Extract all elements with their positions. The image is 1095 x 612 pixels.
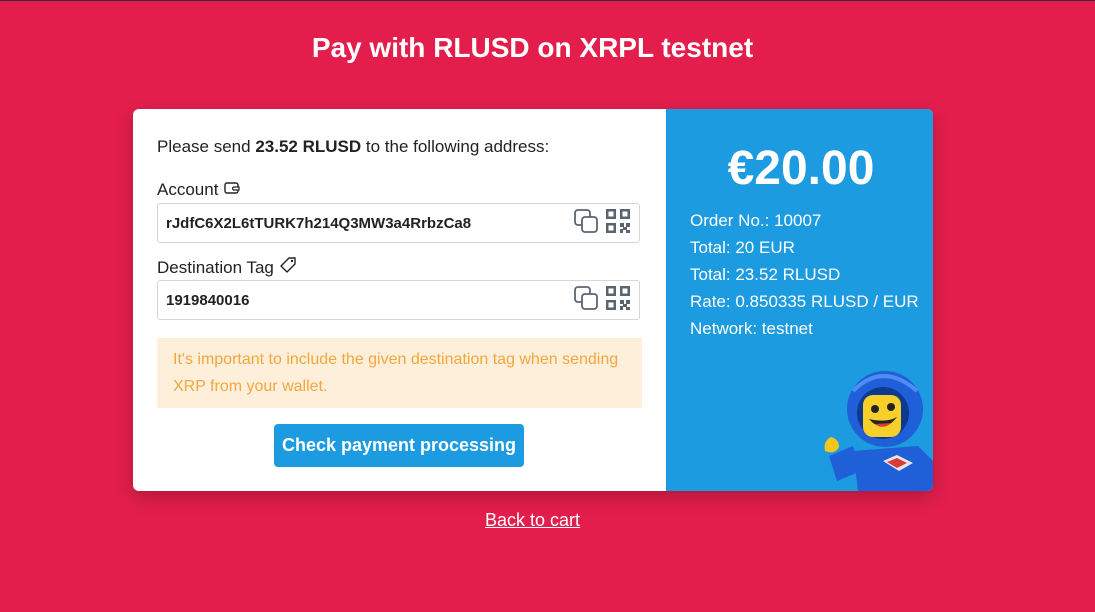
instruction-prefix: Please send bbox=[157, 137, 251, 156]
wallet-icon bbox=[224, 180, 241, 200]
exchange-rate: Rate: 0.850335 RLUSD / EUR bbox=[690, 292, 919, 311]
destination-tag-warning: It's important to include the given dest… bbox=[157, 338, 642, 408]
qr-code-icon[interactable] bbox=[605, 285, 631, 316]
qr-code-icon[interactable] bbox=[605, 208, 631, 239]
destination-tag-label-row: Destination Tag bbox=[157, 257, 296, 278]
order-amount: €20.00 bbox=[727, 142, 875, 195]
check-payment-button[interactable]: Check payment processing bbox=[274, 424, 524, 467]
account-label: Account bbox=[157, 180, 219, 199]
tag-icon bbox=[280, 257, 296, 278]
payment-instruction: Please send 23.52 RLUSD to the following… bbox=[157, 137, 549, 157]
account-field[interactable]: rJdfC6X2L6tTURK7h214Q3MW3a4RrbzCa8 bbox=[157, 203, 640, 243]
order-total-rlusd: Total: 23.52 RLUSD bbox=[690, 265, 841, 284]
account-value[interactable]: rJdfC6X2L6tTURK7h214Q3MW3a4RrbzCa8 bbox=[166, 215, 573, 232]
destination-tag-field[interactable]: 1919840016 bbox=[157, 280, 640, 320]
back-to-cart-link[interactable]: Back to cart bbox=[0, 510, 1065, 531]
copy-icon[interactable] bbox=[573, 208, 599, 239]
order-number: Order No.: 10007 bbox=[690, 211, 822, 230]
instruction-suffix: to the following address: bbox=[365, 137, 550, 156]
network: Network: testnet bbox=[690, 319, 813, 338]
lego-spaceman-image bbox=[823, 361, 933, 491]
payment-instructions-panel: Please send 23.52 RLUSD to the following… bbox=[133, 109, 666, 491]
top-border bbox=[0, 0, 1095, 1]
order-total-eur: Total: 20 EUR bbox=[690, 238, 795, 257]
destination-tag-label: Destination Tag bbox=[157, 257, 274, 277]
order-summary-panel: €20.00 Order No.: 10007 Total: 20 EUR To… bbox=[666, 109, 933, 491]
order-details: Order No.: 10007 Total: 20 EUR Total: 23… bbox=[690, 207, 920, 342]
copy-icon[interactable] bbox=[573, 285, 599, 316]
instruction-amount: 23.52 RLUSD bbox=[255, 137, 362, 156]
page-title: Pay with RLUSD on XRPL testnet bbox=[311, 32, 754, 63]
payment-card: Please send 23.52 RLUSD to the following… bbox=[133, 109, 933, 491]
account-label-row: Account bbox=[157, 180, 241, 200]
destination-tag-value[interactable]: 1919840016 bbox=[166, 292, 573, 309]
